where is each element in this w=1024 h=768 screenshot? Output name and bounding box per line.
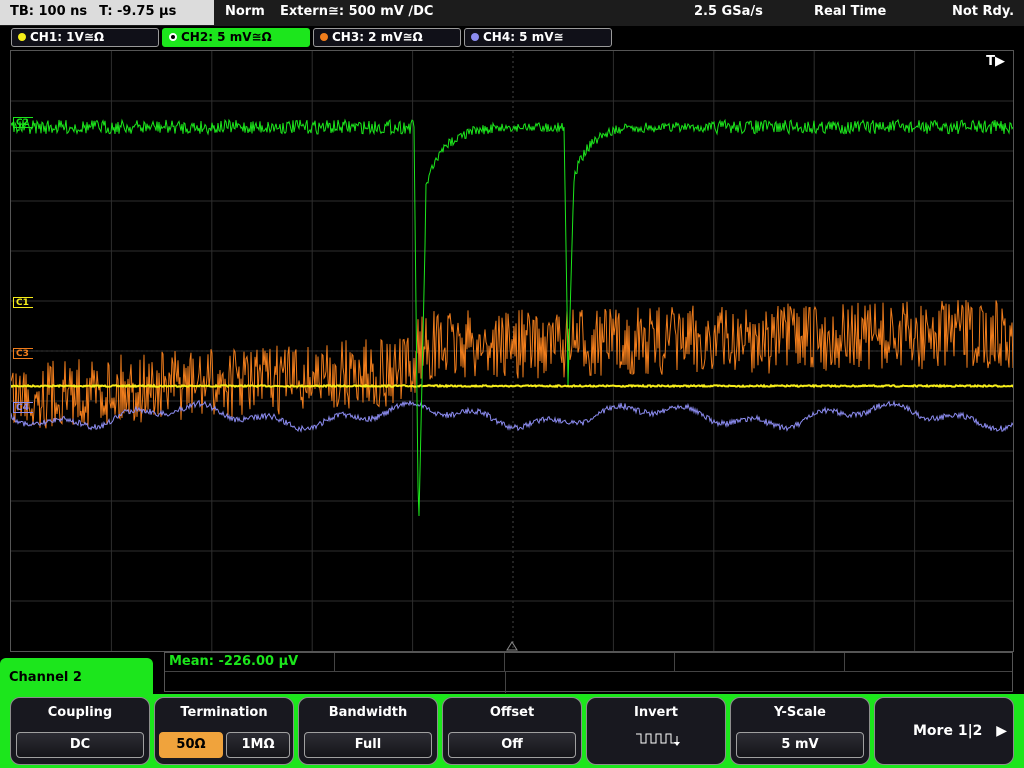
invert-waveform-icon — [636, 733, 680, 746]
center-trigger-arrow-icon — [506, 641, 518, 651]
meas-divider-v — [505, 671, 506, 693]
ch4-color-dot — [471, 33, 479, 41]
ch3-color-dot — [320, 33, 328, 41]
yscale-title: Y-Scale — [773, 705, 826, 720]
softkey-termination[interactable]: Termination 50Ω 1MΩ — [154, 697, 294, 765]
next-page-arrow-icon: ▶ — [996, 723, 1007, 739]
ch4-offset-marker[interactable]: C4 — [13, 402, 33, 413]
ch3-label: CH3: 2 mV≅Ω — [332, 30, 423, 44]
waveform-display[interactable]: T▶ C2 C1 C3 C4 — [10, 50, 1014, 652]
termination-1mohm-button[interactable]: 1MΩ — [226, 732, 290, 758]
softkey-bandwidth[interactable]: Bandwidth Full — [298, 697, 438, 765]
invert-title: Invert — [633, 705, 678, 720]
mean-measurement: Mean: -226.00 µV — [169, 654, 299, 669]
trigger-source[interactable]: Extern≅: 500 mV ∕DC — [280, 4, 433, 19]
ch2-label: CH2: 5 mV≅Ω — [181, 30, 272, 44]
channel-tab-ch1[interactable]: CH1: 1V≅Ω — [11, 28, 159, 47]
softkey-yscale[interactable]: Y-Scale 5 mV — [730, 697, 870, 765]
trigger-mode[interactable]: Norm — [225, 4, 265, 19]
ch4-label: CH4: 5 mV≅ — [483, 30, 564, 44]
ch1-label: CH1: 1V≅Ω — [30, 30, 105, 44]
softkey-invert[interactable]: Invert — [586, 697, 726, 765]
ch2-color-dot — [169, 33, 177, 41]
softkey-more[interactable]: More 1|2 ▶ — [874, 697, 1014, 765]
acquisition-status: Not Rdy. — [952, 4, 1015, 19]
termination-50ohm-button[interactable]: 50Ω — [159, 732, 223, 758]
channel-tab-ch4[interactable]: CH4: 5 mV≅ — [464, 28, 612, 47]
trigger-time-readout: T: -9.75 µs — [99, 4, 177, 19]
waveform-ch3 — [11, 300, 1013, 429]
waveform-canvas — [11, 51, 1013, 651]
coupling-title: Coupling — [47, 705, 113, 720]
ch2-offset-marker[interactable]: C2 — [13, 117, 33, 128]
softkey-offset[interactable]: Offset Off — [442, 697, 582, 765]
ch1-color-dot — [18, 33, 26, 41]
meas-cell — [675, 653, 845, 671]
acquisition-mode[interactable]: Real Time — [814, 4, 886, 19]
timebase-box[interactable]: TB: 100 ns T: -9.75 µs — [0, 0, 214, 25]
top-status-bar: TB: 100 ns T: -9.75 µs Norm Extern≅: 500 … — [0, 0, 1024, 26]
measurement-panel[interactable]: Mean: -226.00 µV — [164, 652, 1013, 693]
softkey-coupling[interactable]: Coupling DC — [10, 697, 150, 765]
trigger-position-marker[interactable]: T▶ — [986, 54, 1005, 69]
sample-rate[interactable]: 2.5 GSa/s — [694, 4, 763, 19]
timebase-readout: TB: 100 ns — [10, 4, 88, 19]
offset-value-button[interactable]: Off — [448, 732, 576, 758]
meas-divider — [165, 671, 1012, 672]
waveform-ch1 — [11, 383, 1013, 389]
yscale-value-button[interactable]: 5 mV — [736, 732, 864, 758]
offset-title: Offset — [489, 705, 535, 720]
ch3-offset-marker[interactable]: C3 — [13, 348, 33, 359]
ch1-offset-marker[interactable]: C1 — [13, 297, 33, 308]
bandwidth-title: Bandwidth — [328, 705, 408, 720]
channel-tab-ch2[interactable]: CH2: 5 mV≅Ω — [162, 28, 310, 47]
coupling-value-button[interactable]: DC — [16, 732, 144, 758]
meas-cell — [335, 653, 505, 671]
bandwidth-value-button[interactable]: Full — [304, 732, 432, 758]
more-label: More 1|2 — [913, 723, 983, 739]
termination-title: Termination — [180, 705, 268, 720]
channel-tab-ch3[interactable]: CH3: 2 mV≅Ω — [313, 28, 461, 47]
meas-cell — [505, 653, 675, 671]
